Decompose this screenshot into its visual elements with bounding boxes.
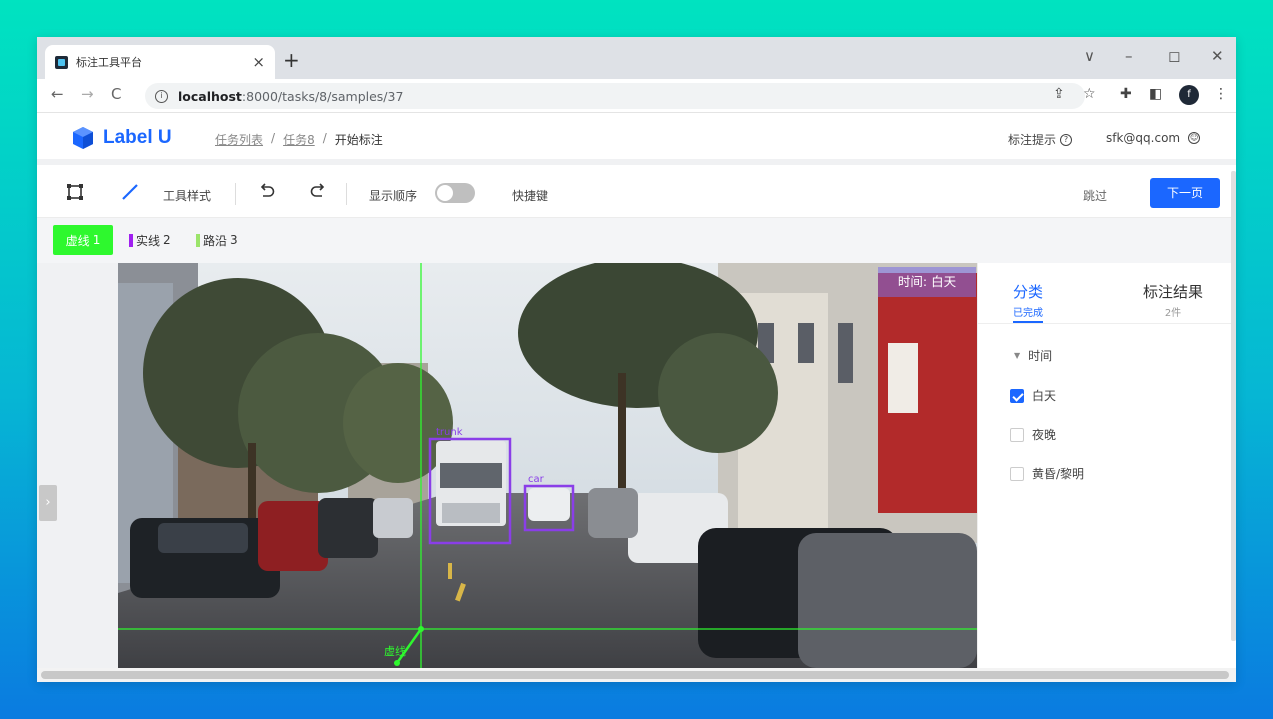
share-icon[interactable]: ⇪	[1053, 86, 1065, 102]
breadcrumb-separator: /	[322, 131, 327, 145]
annotation-toolbar: 工具样式 显示顺序 快捷键 跳过 下一页	[37, 171, 1236, 217]
back-icon[interactable]: ←	[51, 85, 64, 103]
caret-down-icon: ▼	[1014, 351, 1021, 360]
logo-text: Label U	[103, 127, 172, 148]
user-icon: ☺	[1188, 132, 1201, 144]
help-icon: ?	[1060, 133, 1073, 146]
shortcuts-button[interactable]: 快捷键	[512, 187, 548, 204]
side-panel-icon[interactable]: ◧	[1149, 86, 1162, 102]
user-menu[interactable]: sfk@qq.com ☺	[1106, 131, 1201, 145]
breadcrumb: 任务列表 / 任务8 / 开始标注	[215, 131, 383, 148]
address-bar[interactable]: i localhost :8000/tasks/8/samples/37	[145, 83, 1085, 109]
label-chip-dashed[interactable]: 虚线 1	[53, 225, 113, 255]
option-dusk-dawn[interactable]: 黄昏/黎明	[1010, 465, 1084, 482]
tool-style-label[interactable]: 工具样式	[163, 187, 211, 204]
tab-close-icon[interactable]: ×	[252, 53, 265, 71]
tab-classification[interactable]: 分类 已完成	[1008, 281, 1048, 323]
scrollbar-thumb[interactable]	[41, 671, 1229, 679]
right-panel: 分类 已完成 标注结果 2件 ▼ 时间 白天 夜晚 黄昏/黎明	[977, 263, 1236, 682]
breadcrumb-task-list[interactable]: 任务列表	[215, 131, 263, 148]
toolbar-divider	[346, 183, 347, 205]
label-chip-solid[interactable]: 实线 2	[123, 225, 177, 255]
breadcrumb-task[interactable]: 任务8	[283, 131, 315, 148]
expand-sidebar-button[interactable]: ›	[39, 485, 57, 521]
logo-cube-icon	[71, 126, 95, 150]
reload-icon[interactable]: C	[111, 85, 121, 103]
checkbox-day[interactable]	[1010, 388, 1024, 403]
label-chip-name: 路沿	[203, 233, 228, 248]
browser-window: 标注工具平台 × + ∨ – ◻ ✕ ← → C i localhost :80…	[37, 37, 1236, 682]
rect-tool-icon[interactable]	[66, 183, 84, 206]
option-day[interactable]: 白天	[1010, 387, 1056, 404]
label-chip-count: 1	[92, 233, 101, 247]
toolbar-divider	[235, 183, 236, 205]
show-order-label: 显示顺序	[369, 189, 418, 203]
label-chip-count: 2	[163, 233, 171, 247]
label-chip-curb[interactable]: 路沿 3	[190, 225, 244, 255]
user-email: sfk@qq.com	[1106, 131, 1181, 145]
app-header: Label U 任务列表 / 任务8 / 开始标注 标注提示 ? sfk@qq.…	[37, 113, 1236, 165]
extensions-icon[interactable]: ✚	[1120, 86, 1132, 102]
close-window-button[interactable]: ✕	[1211, 47, 1224, 65]
menu-kebab-icon[interactable]: ⋮	[1214, 86, 1228, 102]
option-night[interactable]: 夜晚	[1010, 426, 1056, 443]
panel-divider	[978, 323, 1236, 324]
logo[interactable]: Label U	[71, 126, 172, 150]
tab-search-icon[interactable]: ∨	[1084, 47, 1095, 65]
annotation-hint[interactable]: 标注提示 ?	[1008, 131, 1073, 148]
url-path: :8000/tasks/8/samples/37	[241, 88, 404, 104]
label-color-swatch	[196, 233, 200, 247]
redo-icon[interactable]	[309, 183, 327, 206]
restore-button[interactable]: ◻	[1168, 47, 1180, 65]
time-badge: 时间: 白天	[878, 267, 976, 297]
profile-avatar[interactable]: f	[1179, 85, 1199, 105]
tab-results-count: 2件	[1164, 308, 1182, 319]
browser-toolbar: ← → C i localhost :8000/tasks/8/samples/…	[37, 79, 1236, 113]
site-info-icon[interactable]: i	[155, 89, 168, 103]
tab-title: 标注工具平台	[76, 56, 142, 69]
bbox-label-trunk: trunk	[436, 427, 463, 438]
url-host: localhost	[178, 88, 242, 104]
annotation-canvas[interactable]: trunk car 虚线	[118, 263, 977, 668]
label-chip-count: 3	[230, 233, 238, 247]
vertical-scrollbar[interactable]	[1231, 171, 1236, 641]
street-scene-image: trunk car 虚线	[118, 263, 977, 668]
option-label: 黄昏/黎明	[1032, 467, 1085, 481]
undo-icon[interactable]	[258, 183, 276, 206]
browser-tabstrip: 标注工具平台 × + ∨ – ◻ ✕	[37, 37, 1236, 79]
new-tab-button[interactable]: +	[283, 48, 300, 72]
next-page-button[interactable]: 下一页	[1150, 178, 1220, 208]
breadcrumb-separator: /	[271, 131, 276, 145]
app-favicon-icon	[55, 55, 68, 69]
label-bar: 虚线 1 实线 2 路沿 3	[37, 217, 1236, 263]
breadcrumb-current: 开始标注	[334, 133, 383, 147]
tab-classification-title: 分类	[1012, 283, 1043, 301]
forward-icon[interactable]: →	[81, 85, 94, 103]
label-chip-name: 实线	[136, 233, 161, 248]
label-color-swatch	[129, 233, 133, 247]
option-label: 白天	[1032, 389, 1057, 403]
checkbox-night[interactable]	[1010, 427, 1024, 442]
tab-results-title: 标注结果	[1142, 283, 1203, 301]
skip-button[interactable]: 跳过	[1083, 187, 1107, 204]
attribute-group-title: 时间	[1028, 349, 1053, 363]
option-label: 夜晚	[1032, 428, 1057, 442]
tab-annotation-results[interactable]: 标注结果 2件	[1128, 281, 1218, 319]
label-chip-name: 虚线	[65, 233, 90, 248]
browser-tab[interactable]: 标注工具平台 ×	[45, 45, 275, 79]
horizontal-scrollbar[interactable]	[37, 668, 1236, 682]
attribute-group-time[interactable]: ▼ 时间	[1014, 347, 1052, 364]
line-annotation-label: 虚线	[384, 644, 406, 658]
checkbox-dusk-dawn[interactable]	[1010, 466, 1024, 481]
bookmark-star-icon[interactable]: ☆	[1083, 86, 1096, 102]
tab-classification-status: 已完成	[1013, 308, 1043, 319]
minimize-button[interactable]: –	[1125, 47, 1133, 65]
line-tool-icon[interactable]	[121, 183, 139, 206]
annotation-hint-label: 标注提示	[1008, 133, 1057, 147]
show-order-toggle[interactable]	[435, 183, 475, 203]
bbox-label-car: car	[528, 474, 545, 485]
